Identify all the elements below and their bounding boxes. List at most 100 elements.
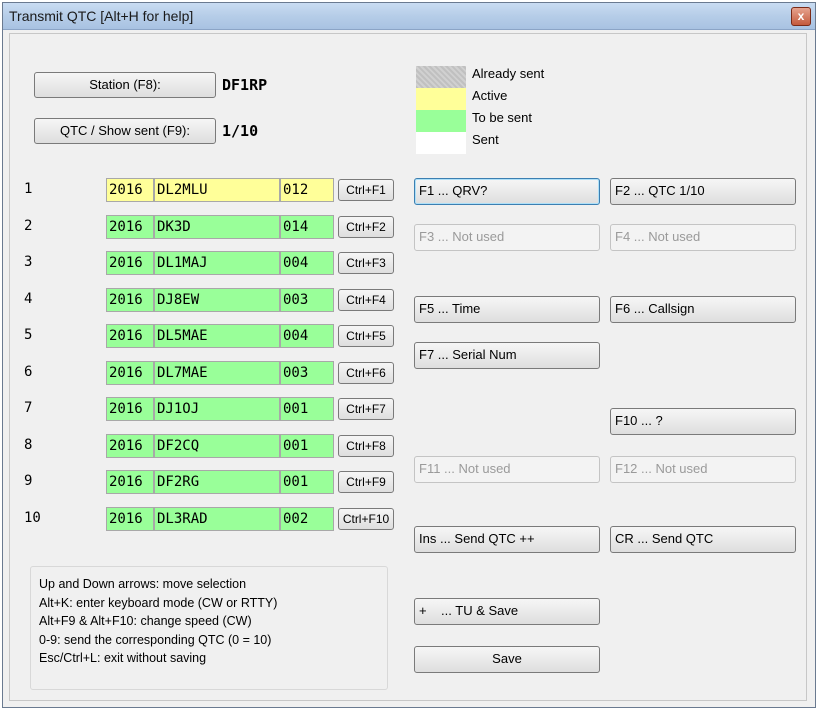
qtc-row-callsign[interactable]: DL3RAD [154, 507, 280, 531]
qtc-row-number: 1 [24, 181, 33, 197]
qtc-row-number: 6 [24, 364, 33, 380]
legend-swatch-active [416, 88, 466, 110]
help-panel: Up and Down arrows: move selection Alt+K… [30, 566, 388, 690]
f3-not-used-button[interactable]: F3 ... Not used [414, 224, 600, 251]
dialog-body: Station (F8): DF1RP QTC / Show sent (F9)… [9, 33, 807, 701]
f12-label: F12 ... Not used [615, 461, 708, 476]
qtc-button-label: QTC / Show sent (F9): [59, 123, 191, 138]
qtc-row-callsign[interactable]: DL5MAE [154, 324, 280, 348]
help-line: Up and Down arrows: move selection [39, 577, 247, 591]
qtc-row-number: 4 [24, 291, 33, 307]
save-label: Save [492, 651, 522, 666]
qtc-row-year[interactable]: 2016 [106, 215, 154, 239]
qtc-row-number: 8 [24, 437, 33, 453]
ins-label: Ins ... Send QTC ++ [419, 531, 535, 546]
station-button-label: Station (F8): [89, 77, 161, 92]
f6-label: F6 ... Callsign [615, 301, 695, 316]
legend-swatch-sent [416, 132, 466, 154]
f6-callsign-button[interactable]: F6 ... Callsign [610, 296, 796, 323]
f4-label: F4 ... Not used [615, 229, 701, 244]
qtc-row-serial[interactable]: 001 [280, 470, 334, 494]
window-title: Transmit QTC [Alt+H for help] [9, 8, 194, 24]
station-button[interactable]: Station (F8): [34, 72, 216, 98]
tu-save-button[interactable]: + ... TU & Save [414, 598, 600, 625]
qtc-show-sent-button[interactable]: QTC / Show sent (F9): [34, 118, 216, 144]
close-button[interactable]: x [791, 7, 811, 26]
qtc-row-year[interactable]: 2016 [106, 470, 154, 494]
qtc-row-send-key[interactable]: Ctrl+F5 [338, 325, 394, 347]
help-line: Esc/Ctrl+L: exit without saving [39, 651, 207, 665]
qtc-row-serial[interactable]: 002 [280, 507, 334, 531]
qtc-row-callsign[interactable]: DL7MAE [154, 361, 280, 385]
qtc-row-callsign[interactable]: DF2RG [154, 470, 280, 494]
qtc-row-year[interactable]: 2016 [106, 178, 154, 202]
f11-not-used-button[interactable]: F11 ... Not used [414, 456, 600, 483]
qtc-row-year[interactable]: 2016 [106, 361, 154, 385]
cr-label: CR ... Send QTC [615, 531, 714, 546]
qtc-row-callsign[interactable]: DF2CQ [154, 434, 280, 458]
qtc-row-serial[interactable]: 004 [280, 324, 334, 348]
help-line: 0-9: send the corresponding QTC (0 = 10) [39, 632, 272, 647]
f10-button[interactable]: F10 ... ? [610, 408, 796, 435]
qtc-row-serial[interactable]: 004 [280, 251, 334, 275]
f2-qtc-button[interactable]: F2 ... QTC 1/10 [610, 178, 796, 205]
f11-label: F11 ... Not used [419, 461, 511, 476]
f12-not-used-button[interactable]: F12 ... Not used [610, 456, 796, 483]
qtc-row-send-key[interactable]: Ctrl+F10 [338, 508, 394, 530]
qtc-row-send-key[interactable]: Ctrl+F8 [338, 435, 394, 457]
qtc-row-number: 2 [24, 218, 33, 234]
qtc-count: 1/10 [222, 122, 259, 140]
f1-label: F1 ... QRV? [419, 183, 488, 198]
help-line: Alt+K: enter keyboard mode (CW or RTTY) [39, 595, 278, 610]
qtc-row-send-key[interactable]: Ctrl+F3 [338, 252, 394, 274]
qtc-row-serial[interactable]: 001 [280, 434, 334, 458]
qtc-row-serial[interactable]: 001 [280, 397, 334, 421]
cr-send-qtc-button[interactable]: CR ... Send QTC [610, 526, 796, 553]
title-bar[interactable]: Transmit QTC [Alt+H for help] x [3, 3, 815, 30]
help-line: Alt+F9 & Alt+F10: change speed (CW) [39, 614, 252, 628]
legend-label-sent: Sent [472, 132, 499, 147]
qtc-row-serial[interactable]: 003 [280, 288, 334, 312]
f5-label: F5 ... Time [419, 301, 481, 316]
qtc-row-serial[interactable]: 012 [280, 178, 334, 202]
f4-not-used-button[interactable]: F4 ... Not used [610, 224, 796, 251]
f5-time-button[interactable]: F5 ... Time [414, 296, 600, 323]
save-button[interactable]: Save [414, 646, 600, 673]
qtc-row-number: 5 [24, 327, 33, 343]
qtc-row-serial[interactable]: 014 [280, 215, 334, 239]
qtc-row-year[interactable]: 2016 [106, 397, 154, 421]
qtc-row-year[interactable]: 2016 [106, 507, 154, 531]
qtc-row-year[interactable]: 2016 [106, 288, 154, 312]
station-callsign: DF1RP [222, 76, 268, 94]
f2-label: F2 ... QTC 1/10 [615, 183, 705, 198]
legend-label-active: Active [472, 88, 508, 103]
qtc-row-serial[interactable]: 003 [280, 361, 334, 385]
qtc-row-send-key[interactable]: Ctrl+F9 [338, 471, 394, 493]
qtc-row-send-key[interactable]: Ctrl+F4 [338, 289, 394, 311]
qtc-row-number: 9 [24, 473, 33, 489]
qtc-row-send-key[interactable]: Ctrl+F7 [338, 398, 394, 420]
ins-send-qtc-plus-button[interactable]: Ins ... Send QTC ++ [414, 526, 600, 553]
qtc-row-number: 3 [24, 254, 33, 270]
qtc-row-send-key[interactable]: Ctrl+F2 [338, 216, 394, 238]
f1-qrv-button[interactable]: F1 ... QRV? [414, 178, 600, 205]
legend-swatch-already-sent [416, 66, 466, 88]
qtc-row-callsign[interactable]: DJ8EW [154, 288, 280, 312]
f3-label: F3 ... Not used [419, 229, 505, 244]
legend-label-to-be-sent: To be sent [472, 110, 532, 125]
qtc-row-callsign[interactable]: DK3D [154, 215, 280, 239]
qtc-row-callsign[interactable]: DL1MAJ [154, 251, 280, 275]
qtc-row-callsign[interactable]: DL2MLU [154, 178, 280, 202]
qtc-row-callsign[interactable]: DJ1OJ [154, 397, 280, 421]
qtc-row-send-key[interactable]: Ctrl+F1 [338, 179, 394, 201]
f10-label: F10 ... ? [615, 413, 663, 428]
qtc-row-year[interactable]: 2016 [106, 434, 154, 458]
qtc-row-year[interactable]: 2016 [106, 251, 154, 275]
legend-label-already-sent: Already sent [472, 66, 545, 81]
qtc-row-year[interactable]: 2016 [106, 324, 154, 348]
tu-save-label: + ... TU & Save [419, 603, 519, 618]
f7-label: F7 ... Serial Num [419, 347, 517, 362]
transmit-qtc-window: Transmit QTC [Alt+H for help] x Station … [2, 2, 816, 708]
qtc-row-send-key[interactable]: Ctrl+F6 [338, 362, 394, 384]
f7-serial-num-button[interactable]: F7 ... Serial Num [414, 342, 600, 369]
